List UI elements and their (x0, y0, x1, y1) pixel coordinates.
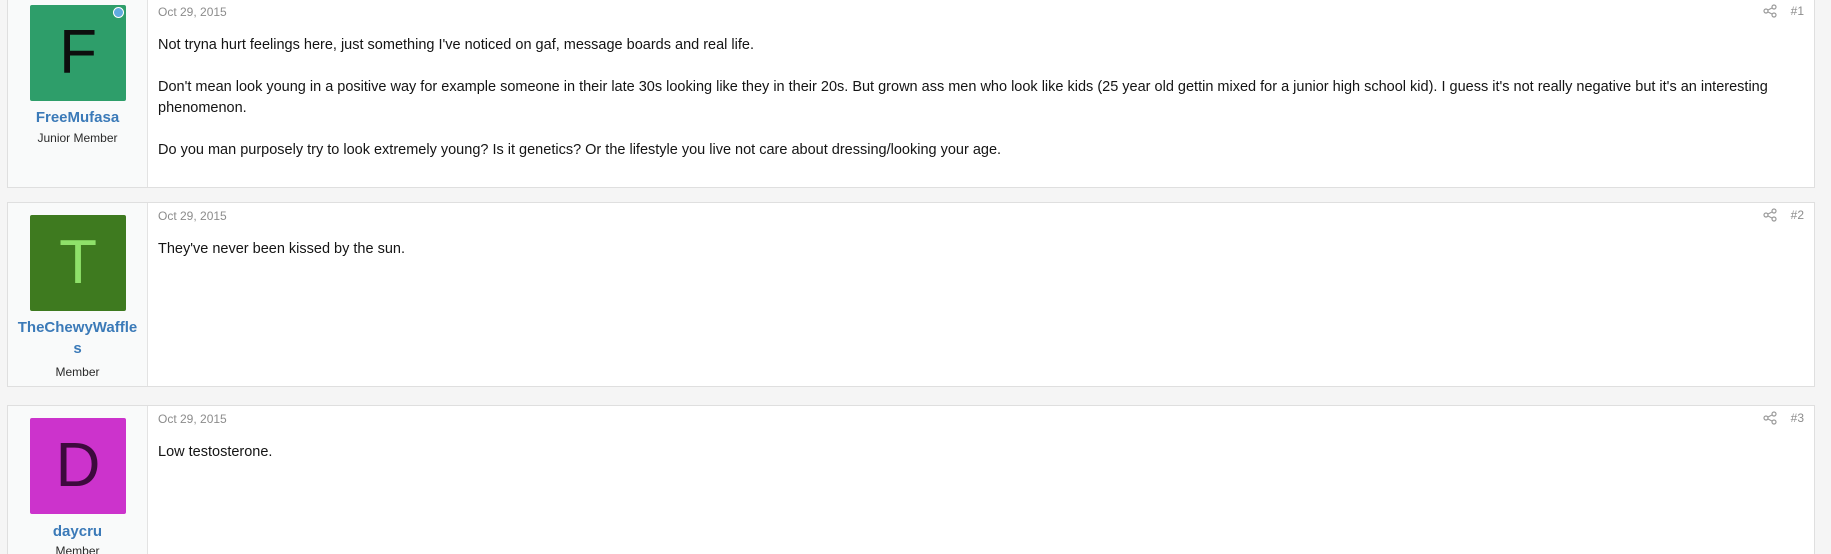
avatar-letter: F (59, 18, 97, 87)
share-icon[interactable] (1763, 4, 1777, 18)
share-icon[interactable] (1763, 208, 1777, 222)
avatar[interactable]: D (30, 418, 126, 514)
username-link[interactable]: TheChewyWaffles (14, 317, 141, 359)
post-content: Oct 29, 2015 #3 Low testosterone. (148, 406, 1814, 554)
post-number-link[interactable]: #2 (1791, 208, 1804, 222)
share-icon[interactable] (1763, 411, 1777, 425)
post-number-link[interactable]: #1 (1791, 4, 1804, 18)
message-body: They've never been kissed by the sun. (158, 239, 1774, 260)
message-paragraph: They've never been kissed by the sun. (158, 241, 405, 257)
user-cell: F FreeMufasa Junior Member (8, 0, 148, 187)
post-content: Oct 29, 2015 #1 Not tryna hurt feelings … (148, 0, 1814, 187)
post-actions: #3 (1763, 411, 1804, 425)
avatar[interactable]: F (30, 5, 126, 101)
post: F FreeMufasa Junior Member Oct 29, 2015 (7, 0, 1815, 188)
message-paragraph: Do you man purposely try to look extreme… (158, 142, 1002, 158)
message-body: Low testosterone. (158, 442, 1774, 463)
avatar-letter: D (55, 431, 101, 500)
avatar-letter: T (59, 228, 97, 297)
message-paragraph: Not tryna hurt feelings here, just somet… (158, 37, 754, 53)
message-paragraph: Low testosterone. (158, 444, 273, 460)
post-actions: #2 (1763, 208, 1804, 222)
username-link[interactable]: FreeMufasa (14, 107, 141, 128)
post-date-link[interactable]: Oct 29, 2015 (158, 5, 227, 19)
online-indicator-icon (113, 7, 124, 18)
username-link[interactable]: daycru (14, 521, 141, 542)
post-content: Oct 29, 2015 #2 They've never been kisse… (148, 203, 1814, 386)
avatar[interactable]: T (30, 215, 126, 311)
user-title: Member (55, 544, 100, 554)
post-actions: #1 (1763, 4, 1804, 18)
user-cell: D daycru Member (8, 406, 148, 554)
message-paragraph: Don't mean look young in a positive way … (158, 79, 1768, 116)
post-date-link[interactable]: Oct 29, 2015 (158, 412, 227, 426)
post: T TheChewyWaffles Member Oct 29, 2015 #2 (7, 202, 1815, 387)
post: D daycru Member Oct 29, 2015 #3 Low test… (7, 405, 1815, 554)
user-title: Junior Member (37, 131, 118, 145)
user-title: Member (55, 365, 100, 379)
user-cell: T TheChewyWaffles Member (8, 203, 148, 386)
post-number-link[interactable]: #3 (1791, 411, 1804, 425)
post-date-link[interactable]: Oct 29, 2015 (158, 209, 227, 223)
message-body: Not tryna hurt feelings here, just somet… (158, 35, 1774, 161)
thread: F FreeMufasa Junior Member Oct 29, 2015 (0, 0, 1831, 554)
